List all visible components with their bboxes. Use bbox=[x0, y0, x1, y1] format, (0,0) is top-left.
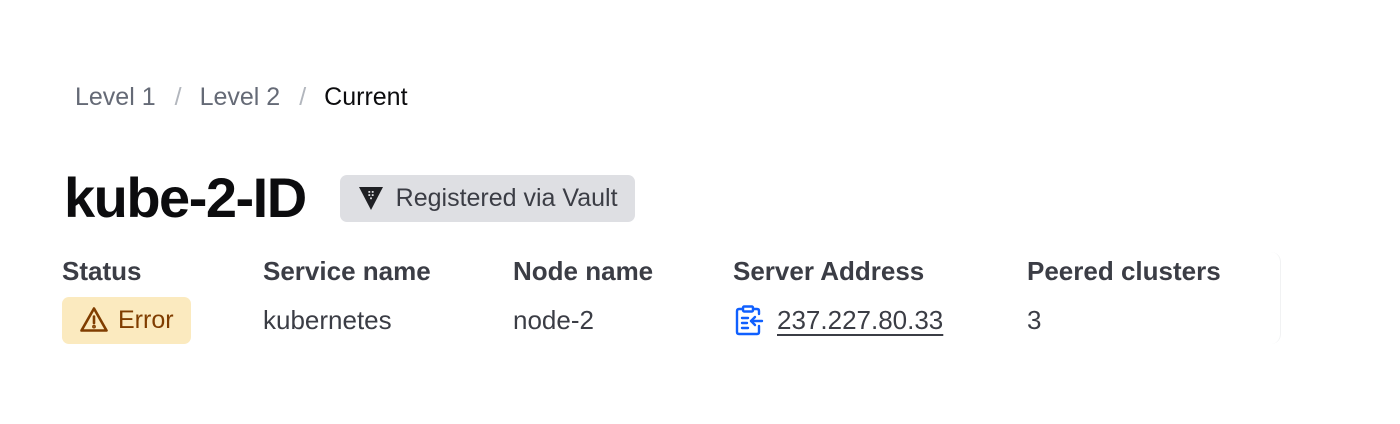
node-name-column: Node name node-2 bbox=[513, 252, 653, 344]
service-name-label: Service name bbox=[263, 256, 431, 286]
status-badge: Error bbox=[62, 296, 191, 344]
breadcrumb-current: Current bbox=[324, 82, 408, 111]
vault-icon bbox=[356, 183, 386, 213]
alert-triangle-icon bbox=[78, 304, 110, 336]
cluster-details: Status Error Service name kubernetes Nod… bbox=[0, 252, 1300, 352]
cluster-detail-page: Level 1 / Level 2 / Current kube-2-ID Re… bbox=[0, 0, 1400, 424]
status-badge-label: Error bbox=[118, 305, 174, 334]
peered-clusters-column: Peered clusters 3 bbox=[1027, 252, 1221, 344]
breadcrumb-separator: / bbox=[299, 82, 307, 111]
breadcrumb-separator: / bbox=[174, 82, 182, 111]
node-name-label: Node name bbox=[513, 256, 654, 286]
page-header: kube-2-ID Registered via Vault bbox=[64, 164, 635, 232]
breadcrumb-link-level-2[interactable]: Level 2 bbox=[200, 83, 281, 112]
page-title: kube-2-ID bbox=[64, 166, 307, 229]
breadcrumb-link-level-1[interactable]: Level 1 bbox=[75, 83, 156, 112]
peered-clusters-label: Peered clusters bbox=[1027, 256, 1221, 286]
breadcrumb: Level 1 / Level 2 / Current bbox=[75, 80, 408, 114]
registration-badge: Registered via Vault bbox=[339, 174, 635, 222]
clipboard-copy-icon[interactable] bbox=[733, 304, 765, 336]
registration-badge-label: Registered via Vault bbox=[395, 183, 618, 212]
server-address-column: Server Address 237.227.80.33 bbox=[733, 252, 943, 344]
status-column: Status Error bbox=[62, 252, 191, 344]
node-name-value: node-2 bbox=[513, 304, 594, 335]
peered-clusters-value: 3 bbox=[1027, 304, 1042, 335]
service-name-column: Service name kubernetes bbox=[263, 252, 431, 344]
scroll-fade-edge bbox=[1262, 252, 1281, 344]
server-address-link[interactable]: 237.227.80.33 bbox=[777, 305, 943, 336]
status-label: Status bbox=[62, 256, 142, 286]
server-address-label: Server Address bbox=[733, 256, 925, 286]
service-name-value: kubernetes bbox=[263, 304, 392, 335]
